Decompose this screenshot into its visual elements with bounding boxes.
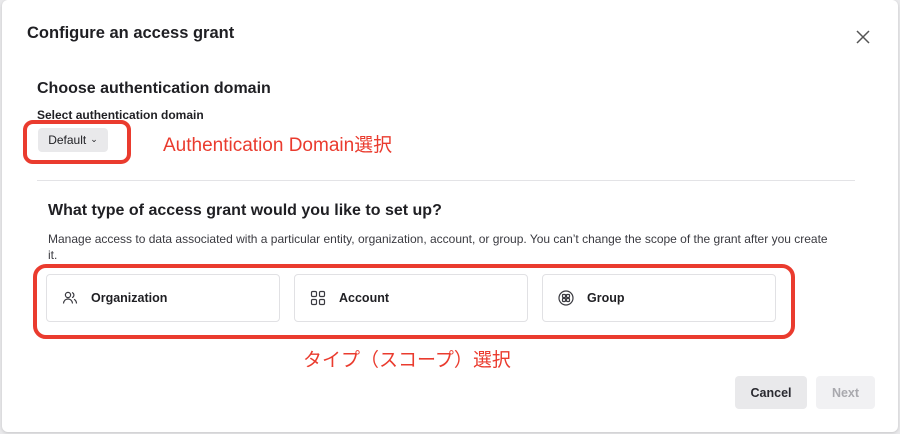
cancel-button[interactable]: Cancel — [735, 376, 807, 409]
scope-question: What type of access grant would you like… — [48, 202, 442, 219]
auth-domain-heading: Choose authentication domain — [37, 80, 271, 97]
section-divider — [37, 180, 855, 181]
scope-annotation-box — [33, 264, 795, 339]
close-icon[interactable] — [854, 28, 872, 46]
next-button[interactable]: Next — [816, 376, 875, 409]
domain-annotation-text: Authentication Domain選択 — [163, 135, 393, 156]
domain-annotation-box — [23, 120, 131, 164]
scope-description: Manage access to data associated with a … — [48, 232, 828, 262]
dialog-title: Configure an access grant — [27, 24, 235, 42]
scope-annotation-text: タイプ（スコープ）選択 — [303, 350, 511, 371]
